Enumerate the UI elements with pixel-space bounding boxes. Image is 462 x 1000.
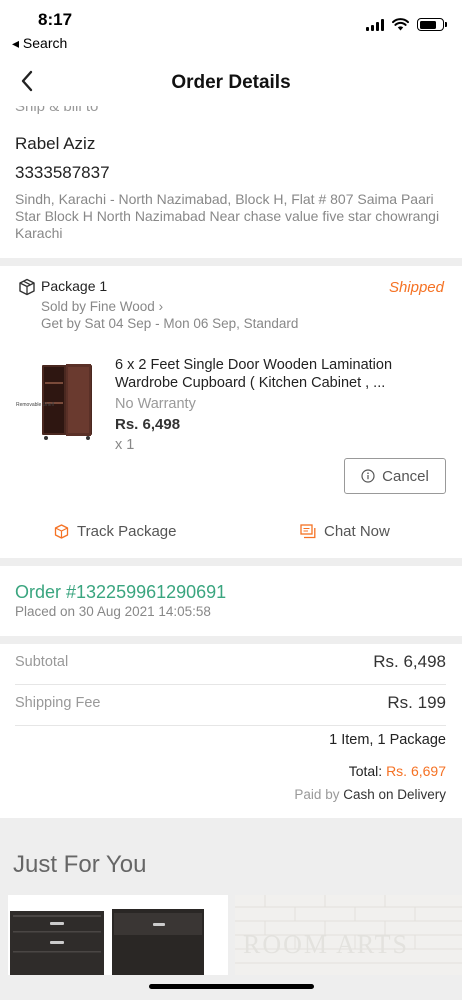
cellular-signal-icon xyxy=(366,18,384,31)
shipping-address: Sindh, Karachi - North Nazimabad, Block … xyxy=(15,191,440,241)
chat-now-button[interactable]: Chat Now xyxy=(300,523,390,540)
back-to-search-link[interactable]: ◂ Search xyxy=(12,35,67,52)
subtotal-label: Subtotal xyxy=(15,654,69,670)
shipping-fee-value: Rs. 199 xyxy=(387,693,446,712)
package-section: Package 1 Shipped Sold by Fine Wood › Ge… xyxy=(0,266,462,558)
total-label: Total: xyxy=(348,763,387,779)
chat-icon xyxy=(300,524,316,539)
order-info-section: Order #132259961290691 Placed on 30 Aug … xyxy=(0,566,462,636)
payment-method-value: Cash on Delivery xyxy=(343,787,446,802)
paid-by-label: Paid by xyxy=(294,787,344,802)
page-title: Order Details xyxy=(171,72,291,93)
recommended-product-card[interactable]: ROOM ARTS xyxy=(235,895,462,975)
package-title: Package 1 xyxy=(41,278,108,294)
order-number: Order #132259961290691 xyxy=(15,582,227,602)
total-amount: Rs. 6,697 xyxy=(386,763,446,779)
product-name[interactable]: 6 x 2 Feet Single Door Wooden Lamination… xyxy=(115,356,435,392)
order-total: Total: Rs. 6,697 xyxy=(349,763,446,779)
product-image[interactable]: Removable Shelf xyxy=(15,358,101,444)
product-quantity: x 1 xyxy=(115,437,135,453)
summary-divider xyxy=(15,684,446,685)
battery-icon xyxy=(417,18,447,31)
items-count: 1 Item, 1 Package xyxy=(329,732,446,748)
system-icons xyxy=(366,18,447,31)
track-package-label: Track Package xyxy=(77,523,177,540)
just-for-you-section: Just For You ROOM ARTS xyxy=(0,818,462,1000)
package-box-icon xyxy=(19,278,35,296)
section-divider xyxy=(0,558,462,566)
product-image-caption: Removable Shelf xyxy=(16,402,55,408)
home-indicator[interactable] xyxy=(149,984,314,989)
order-placed-date: Placed on 30 Aug 2021 14:05:58 xyxy=(15,604,211,619)
section-divider xyxy=(0,258,462,266)
section-divider xyxy=(0,636,462,644)
package-status-badge: Shipped xyxy=(388,279,444,296)
chat-now-label: Chat Now xyxy=(324,523,390,540)
summary-divider xyxy=(15,725,446,726)
nav-bar: Order Details xyxy=(0,56,462,106)
product-warranty: No Warranty xyxy=(115,396,196,412)
shipping-fee-row: Shipping Fee Rs. 199 xyxy=(15,693,446,713)
cancel-button-label: Cancel xyxy=(382,467,429,485)
package-actions: Track Package Chat Now xyxy=(0,523,462,553)
status-bar: 8:17 ◂ Search xyxy=(0,0,462,56)
shipping-section: Ship & bill to Rabel Aziz 3333587837 Sin… xyxy=(0,96,462,258)
recipient-name: Rabel Aziz xyxy=(15,134,96,153)
info-circle-icon xyxy=(361,469,375,483)
wifi-icon xyxy=(392,18,409,31)
recipient-phone: 3333587837 xyxy=(15,163,110,182)
seller-link[interactable]: Sold by Fine Wood › xyxy=(41,299,163,314)
track-package-button[interactable]: Track Package xyxy=(54,523,177,540)
delivery-estimate: Get by Sat 04 Sep - Mon 06 Sep, Standard xyxy=(41,316,299,331)
shipping-fee-label: Shipping Fee xyxy=(15,695,101,711)
subtotal-row: Subtotal Rs. 6,498 xyxy=(15,652,446,672)
cancel-button[interactable]: Cancel xyxy=(344,458,446,494)
product-image-watermark: ROOM ARTS xyxy=(243,930,409,959)
order-summary-section: Subtotal Rs. 6,498 Shipping Fee Rs. 199 … xyxy=(0,644,462,816)
subtotal-value: Rs. 6,498 xyxy=(373,652,446,671)
status-time: 8:17 xyxy=(38,10,73,29)
track-package-icon xyxy=(54,524,69,539)
just-for-you-title: Just For You xyxy=(13,851,147,878)
payment-method: Paid by Cash on Delivery xyxy=(294,787,446,802)
recommended-product-card[interactable] xyxy=(8,895,228,975)
product-price: Rs. 6,498 xyxy=(115,416,181,433)
